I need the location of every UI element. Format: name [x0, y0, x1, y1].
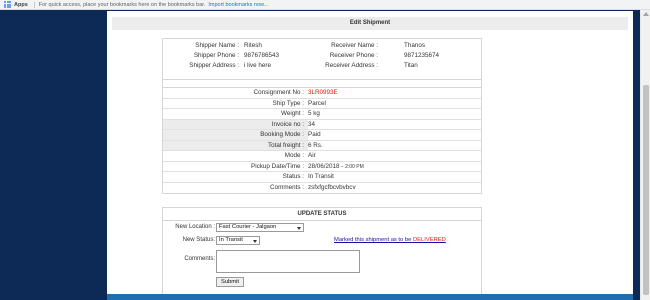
detail-label: Weight :	[281, 110, 304, 117]
shipment-details-table: Shipper Name : Ritesh Shipper Phone : 98…	[162, 38, 482, 194]
bookmarks-bar: Apps For quick access, place your bookma…	[0, 0, 650, 10]
detail-value: Parcel	[308, 99, 326, 107]
detail-label: Status :	[282, 173, 304, 180]
pickup-time: 2:00 PM	[345, 163, 364, 170]
detail-label: Mode :	[284, 152, 304, 159]
new-status-value: In Transit	[219, 237, 243, 243]
delivered-word: DELIVERED	[412, 237, 446, 243]
content-panel: Edit Shipment Shipper Name : Ritesh Ship…	[107, 11, 633, 300]
detail-label: Comments :	[270, 183, 304, 191]
spacer-row	[163, 80, 481, 88]
shipper-phone-value: 9876786543	[244, 52, 280, 59]
comments-textarea[interactable]	[216, 250, 360, 273]
scrollbar-thumb[interactable]	[643, 85, 649, 295]
detail-value: 34	[308, 120, 316, 128]
pickup-datetime: 28/06/2018 - 2:00 PM	[308, 162, 481, 172]
detail-label: Ship Type :	[272, 99, 304, 107]
detail-value: 6 Rs.	[308, 141, 323, 149]
table-row: Weight : 5 kg	[163, 109, 481, 120]
shipper-name-value: Ritesh	[244, 42, 262, 49]
detail-value: Air	[308, 152, 316, 159]
receiver-address-label: Receiver Address :	[325, 62, 378, 69]
consignment-number: 3LR0993E	[308, 89, 338, 96]
table-row: Ship Type : Parcel	[163, 99, 481, 109]
receiver-phone-label: Receiver Phone :	[329, 52, 378, 59]
table-row: Invoice no : 34	[163, 119, 481, 130]
import-bookmarks-link[interactable]: Import bookmarks now...	[208, 2, 268, 8]
status-value: In Transit	[308, 173, 334, 180]
shipper-phone-label: Shipper Phone :	[193, 52, 239, 59]
table-row: Status : In Transit	[163, 172, 481, 183]
scroll-up-arrow-icon[interactable]	[643, 12, 649, 16]
detail-value: Paid	[308, 131, 321, 138]
shipper-address-value: i live here	[244, 62, 271, 69]
table-row: Total freight : 6 Rs.	[163, 140, 481, 151]
table-row: Mode : Air	[163, 151, 481, 162]
table-row: Consignment No : 3LR0993E	[163, 88, 481, 99]
chevron-down-icon	[253, 239, 257, 243]
receiver-address-value: Titan	[404, 62, 418, 69]
detail-label: Pickup Date/Time :	[251, 162, 304, 170]
new-status-label: New Status:	[182, 237, 215, 243]
update-status-form: UPDATE STATUS New Location : Fast Courie…	[162, 207, 482, 295]
bookmarks-separator	[33, 1, 35, 8]
page-scrollbar[interactable]	[640, 10, 650, 300]
shipper-address-label: Shipper Address :	[189, 62, 239, 69]
detail-label: Booking Mode :	[163, 130, 308, 140]
new-status-select[interactable]: In Transit	[216, 236, 260, 245]
mark-delivered-link[interactable]: Marked this shipment as to be DELIVERED	[334, 237, 446, 243]
party-info: Shipper Name : Ritesh Shipper Phone : 98…	[163, 39, 481, 80]
update-status-title: UPDATE STATUS	[163, 208, 481, 221]
bookmarks-hint-text: For quick access, place your bookmarks h…	[38, 1, 206, 8]
table-row: Comments : zsfxfgcfbcvbvbcv	[163, 183, 481, 194]
comments-label: Comments:	[184, 256, 215, 262]
table-row: Pickup Date/Time : 28/06/2018 - 2:00 PM	[163, 162, 481, 172]
pickup-date: 28/06/2018 -	[308, 162, 344, 170]
shipper-name-label: Shipper Name :	[195, 42, 239, 49]
receiver-name-label: Receiver Name :	[331, 42, 378, 49]
new-location-value: Fast Courier - Jalgaon	[219, 224, 277, 230]
receiver-phone-value: 9871235674	[404, 52, 440, 59]
mark-delivered-text: Marked this shipment as to be	[334, 237, 412, 243]
footer-strip	[107, 294, 633, 300]
detail-value: 5 kg	[308, 110, 320, 117]
chevron-down-icon	[297, 226, 301, 230]
receiver-name-value: Thanos	[404, 42, 426, 49]
detail-label: Total freight :	[163, 140, 308, 150]
apps-label[interactable]: Apps	[14, 2, 28, 8]
page-title: Edit Shipment	[112, 17, 628, 30]
detail-label: Consignment No :	[253, 89, 304, 96]
new-location-select[interactable]: Fast Courier - Jalgaon	[216, 223, 304, 232]
table-row: Booking Mode : Paid	[163, 130, 481, 141]
comments-value: zsfxfgcfbcvbvbcv	[308, 183, 356, 191]
detail-label: Invoice no :	[163, 119, 308, 129]
submit-button[interactable]: Submit	[216, 277, 244, 287]
apps-grid-icon[interactable]	[4, 1, 11, 8]
new-location-label: New Location :	[175, 224, 215, 230]
